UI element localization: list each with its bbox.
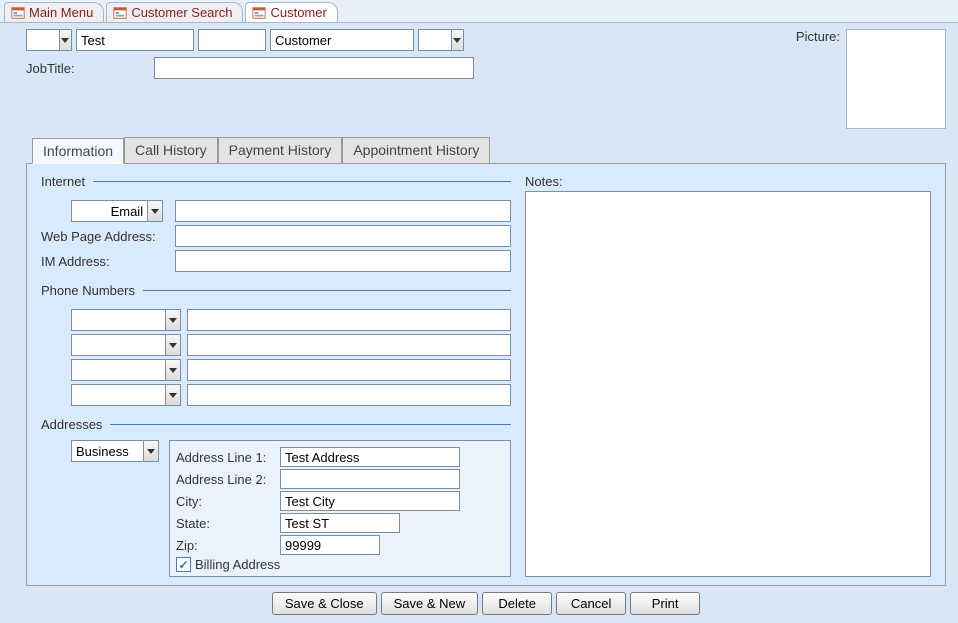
dropdown-icon[interactable] [165, 360, 180, 380]
group-internet-title: Internet [41, 174, 511, 189]
address-card: Address Line 1: Address Line 2: City: St… [169, 440, 511, 577]
billing-label: Billing Address [195, 557, 280, 572]
dropdown-icon[interactable] [165, 310, 180, 330]
phone-type-input[interactable] [72, 385, 165, 405]
address-type-combo[interactable] [71, 440, 159, 462]
object-tab-customer-search[interactable]: Customer Search [106, 2, 243, 22]
object-tab-label: Customer [270, 5, 326, 20]
dropdown-icon[interactable] [147, 201, 162, 221]
group-line [143, 290, 511, 291]
object-tab-main-menu[interactable]: Main Menu [4, 2, 104, 22]
button-row: Save & Close Save & New Delete Cancel Pr… [26, 586, 946, 619]
web-label: Web Page Address: [41, 229, 169, 244]
dropdown-icon[interactable] [451, 30, 463, 50]
state-label: State: [176, 516, 276, 531]
name-prefix-input[interactable] [27, 30, 59, 50]
save-new-button[interactable]: Save & New [381, 592, 479, 615]
phone-row [41, 384, 511, 406]
phone-number-input[interactable] [187, 359, 511, 381]
dropdown-icon[interactable] [143, 441, 158, 461]
name-suffix-input[interactable] [419, 30, 451, 50]
address-line1-input[interactable] [280, 447, 460, 467]
picture-box[interactable] [846, 29, 946, 129]
phone-row [41, 334, 511, 356]
jobtitle-label: JobTitle: [26, 61, 148, 76]
dropdown-icon[interactable] [165, 385, 180, 405]
tab-call-history[interactable]: Call History [124, 137, 218, 163]
save-close-button[interactable]: Save & Close [272, 592, 377, 615]
inner-tab-bar: Information Call History Payment History… [26, 137, 946, 163]
print-button[interactable]: Print [630, 592, 700, 615]
phone-type-combo[interactable] [71, 334, 181, 356]
im-input[interactable] [175, 250, 511, 272]
tab-appointment-history[interactable]: Appointment History [342, 137, 490, 163]
delete-button[interactable]: Delete [482, 592, 552, 615]
email-type-input[interactable] [72, 201, 147, 221]
im-label: IM Address: [41, 254, 169, 269]
jobtitle-input[interactable] [154, 57, 474, 79]
address-line1-label: Address Line 1: [176, 450, 276, 465]
form-icon [252, 6, 266, 20]
object-tab-bar: Main Menu Customer Search Customer [0, 0, 958, 23]
city-label: City: [176, 494, 276, 509]
phone-type-combo[interactable] [71, 309, 181, 331]
web-input[interactable] [175, 225, 511, 247]
zip-input[interactable] [280, 535, 380, 555]
tab-label: Appointment History [353, 142, 479, 158]
name-prefix-combo[interactable] [26, 29, 72, 51]
dropdown-icon[interactable] [59, 30, 71, 50]
form-icon [11, 6, 25, 20]
name-suffix-combo[interactable] [418, 29, 464, 51]
group-phone-title: Phone Numbers [41, 283, 511, 298]
group-title-text: Addresses [41, 417, 102, 432]
tab-information[interactable]: Information [32, 138, 124, 164]
billing-checkbox[interactable] [176, 557, 191, 572]
phone-number-input[interactable] [187, 384, 511, 406]
state-input[interactable] [280, 513, 400, 533]
tab-label: Call History [135, 142, 207, 158]
address-line2-input[interactable] [280, 469, 460, 489]
phone-number-input[interactable] [187, 309, 511, 331]
phone-type-combo[interactable] [71, 384, 181, 406]
group-line [110, 424, 511, 425]
first-name-input[interactable] [76, 29, 194, 51]
object-tab-label: Customer Search [131, 5, 232, 20]
last-name-input[interactable] [270, 29, 414, 51]
phone-number-input[interactable] [187, 334, 511, 356]
cancel-button[interactable]: Cancel [556, 592, 626, 615]
phone-type-input[interactable] [72, 310, 165, 330]
middle-name-input[interactable] [198, 29, 266, 51]
tab-label: Information [43, 143, 113, 159]
email-type-combo[interactable] [71, 200, 163, 222]
picture-label: Picture: [796, 29, 840, 44]
group-title-text: Internet [41, 174, 85, 189]
address-line2-label: Address Line 2: [176, 472, 276, 487]
group-addresses-title: Addresses [41, 417, 511, 432]
dropdown-icon[interactable] [165, 335, 180, 355]
form-icon [113, 6, 127, 20]
object-tab-label: Main Menu [29, 5, 93, 20]
group-title-text: Phone Numbers [41, 283, 135, 298]
object-tab-customer[interactable]: Customer [245, 2, 337, 22]
notes-label: Notes: [525, 174, 931, 189]
address-type-input[interactable] [72, 441, 143, 461]
tab-label: Payment History [229, 142, 332, 158]
city-input[interactable] [280, 491, 460, 511]
phone-row [41, 359, 511, 381]
phone-type-input[interactable] [72, 360, 165, 380]
zip-label: Zip: [176, 538, 276, 553]
group-line [93, 181, 511, 182]
phone-type-combo[interactable] [71, 359, 181, 381]
notes-textarea[interactable] [525, 191, 931, 577]
phone-row [41, 309, 511, 331]
phone-type-input[interactable] [72, 335, 165, 355]
email-input[interactable] [175, 200, 511, 222]
tab-payment-history[interactable]: Payment History [218, 137, 343, 163]
